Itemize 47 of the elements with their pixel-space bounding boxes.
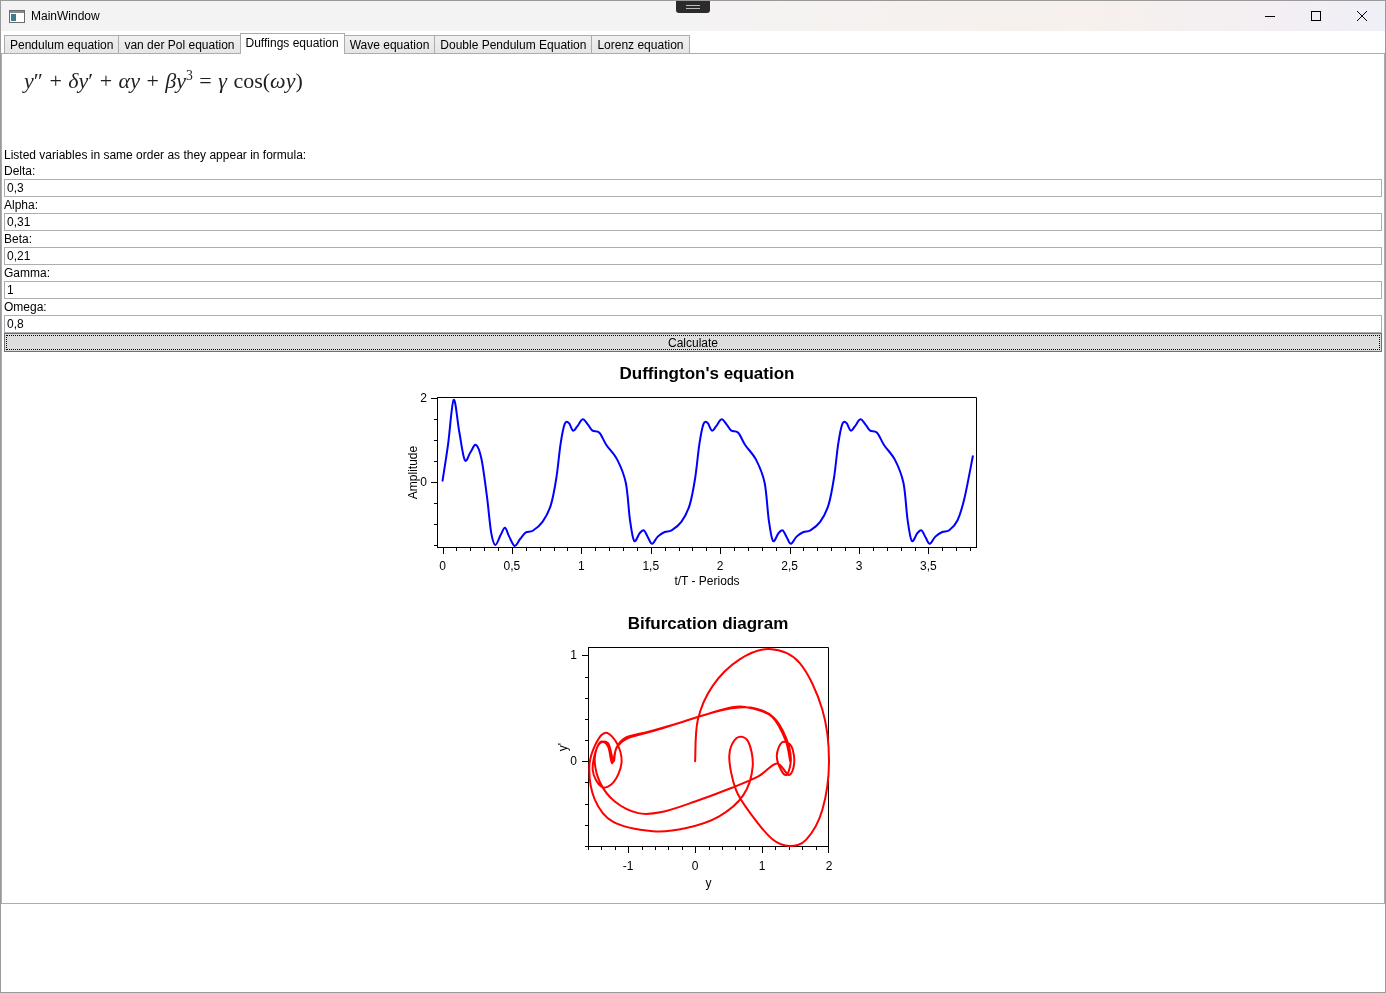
tick-label: -1: [622, 859, 634, 873]
chart-title: Bifurcation diagram: [627, 613, 789, 633]
maximize-icon: [1311, 11, 1321, 21]
formula-text: y″ + δy′ + αy + βy$^{3}$ = γ cos(ωy): [24, 68, 303, 93]
field-label: Alpha:: [4, 197, 40, 213]
tab[interactable]: Lorenz equation: [591, 35, 690, 53]
tick-label: 1: [570, 648, 577, 663]
tick-label: 1,5: [642, 559, 660, 573]
input-field[interactable]: 0,31: [4, 213, 1382, 231]
input-field[interactable]: 0,8: [4, 315, 1382, 333]
tick-label: 0: [420, 474, 427, 489]
x-axis-label: y: [705, 876, 712, 890]
tab[interactable]: Pendulum equation: [4, 35, 120, 53]
field-label: Omega:: [4, 299, 48, 315]
tick-label: 1: [758, 859, 766, 873]
tick-label: 1: [578, 559, 585, 573]
minimize-icon: [1265, 15, 1275, 17]
tick-label: 2,5: [781, 559, 798, 573]
app-icon: [9, 9, 25, 23]
calculate-button[interactable]: Calculate: [4, 333, 1382, 352]
tab[interactable]: Wave equation: [343, 35, 436, 53]
chart-title: Duffington's equation: [619, 363, 795, 383]
tab[interactable]: Double Pendulum Equation: [434, 35, 593, 53]
tick-label: 2: [825, 859, 833, 873]
y-axis-label: y': [556, 742, 570, 752]
tick-label: 2: [716, 559, 724, 573]
tick-label: 0,5: [503, 559, 521, 573]
input-field[interactable]: 0,21: [4, 247, 1382, 265]
field-label: Delta:: [4, 163, 37, 179]
tick-label: 3,5: [920, 559, 937, 573]
input-field[interactable]: 0,3: [4, 179, 1382, 197]
close-icon: [1357, 11, 1367, 21]
tick-label: 0: [439, 559, 446, 573]
field-label: Beta:: [4, 231, 34, 247]
tab[interactable]: Duffings equation: [239, 33, 345, 54]
input-field[interactable]: 1: [4, 281, 1382, 299]
x-axis-label: t/T - Periods: [674, 574, 740, 588]
tick-label: 0: [691, 859, 699, 873]
field-label: Gamma:: [4, 265, 51, 281]
window-title: MainWindow: [31, 9, 100, 23]
tick-label: 3: [855, 559, 863, 573]
y-axis-label: Amplitude: [406, 445, 420, 500]
handle-icon[interactable]: [676, 1, 710, 13]
tab[interactable]: van der Pol equation: [118, 35, 241, 53]
tick-label: 2: [420, 390, 427, 405]
instruction-text: Listed variables in same order as they appear in formula:: [4, 147, 308, 163]
tick-label: 0: [570, 754, 577, 769]
